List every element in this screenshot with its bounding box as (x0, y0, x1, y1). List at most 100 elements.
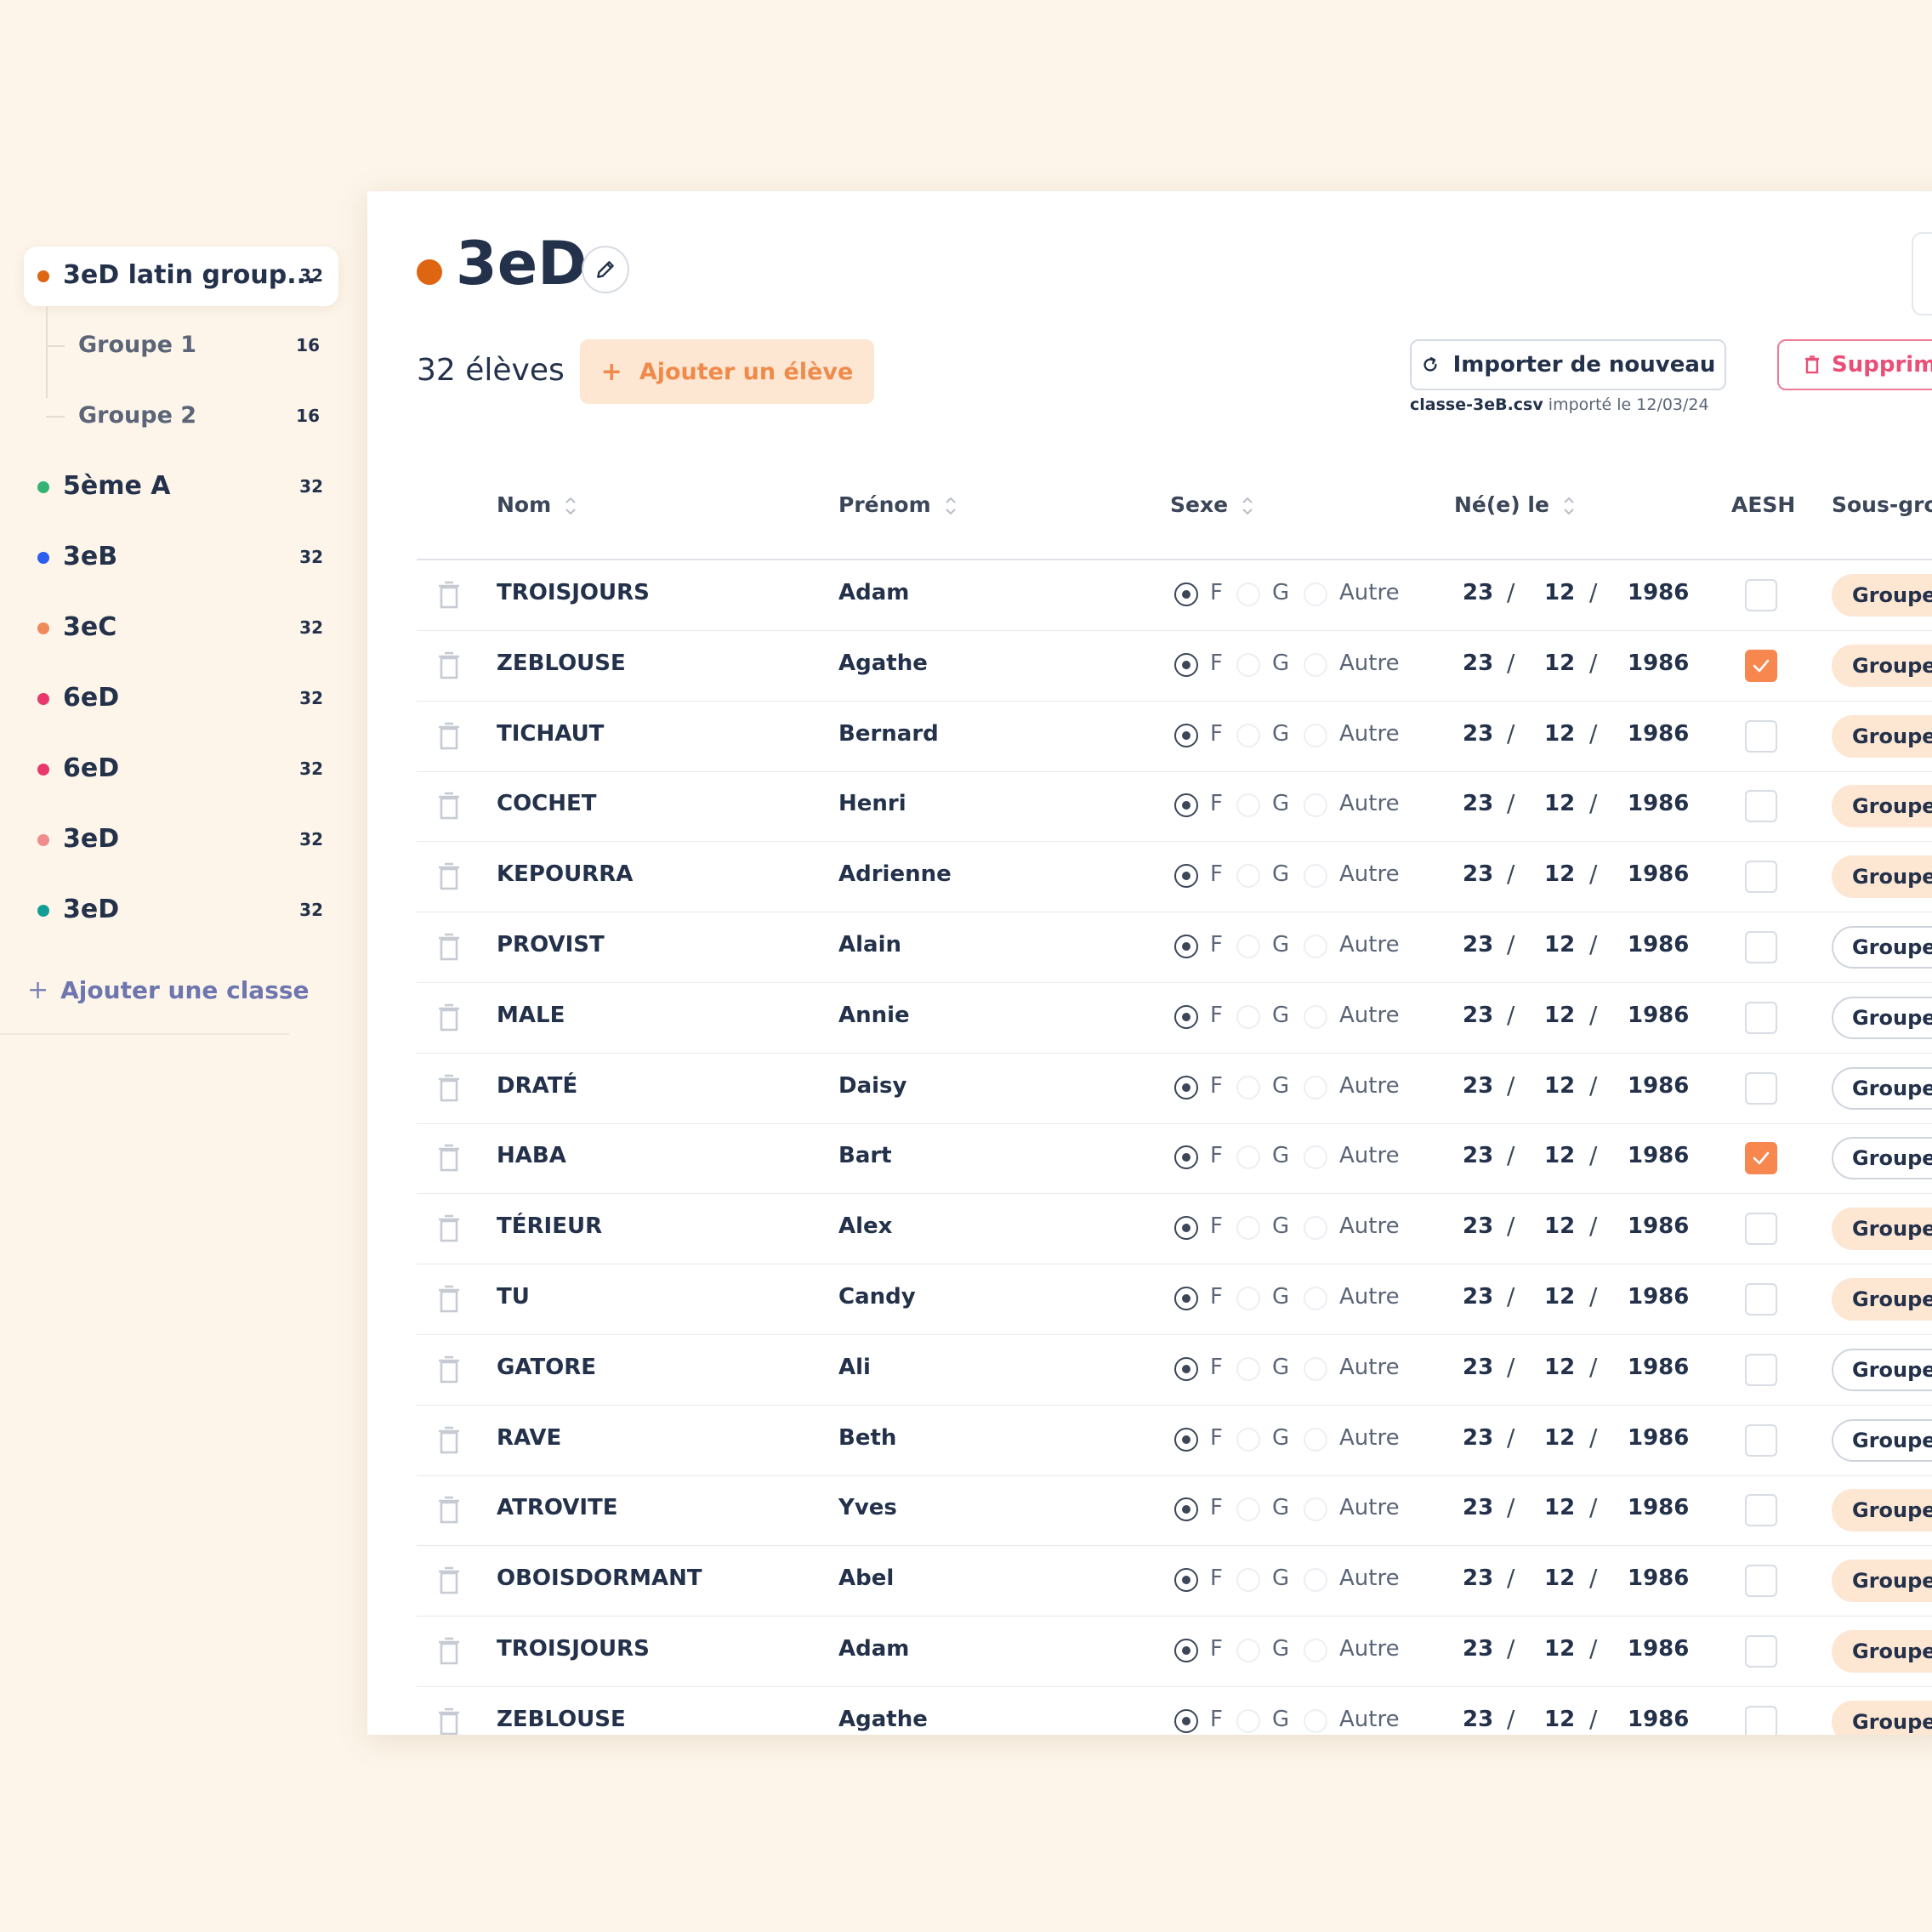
subgroup-select[interactable]: Groupe (1832, 1137, 1932, 1180)
trash-icon[interactable] (437, 1355, 461, 1384)
student-last-name[interactable]: PROVIST (497, 932, 605, 957)
birth-month[interactable]: 12 (1544, 1495, 1575, 1520)
student-first-name[interactable]: Agathe (838, 651, 928, 676)
aesh-checkbox[interactable] (1745, 1071, 1777, 1105)
subgroup-select[interactable]: Groupe (1832, 644, 1932, 687)
class-item[interactable]: 6eD 32 (24, 740, 338, 799)
delete-class-button[interactable]: Supprim (1777, 339, 1932, 390)
birth-day[interactable]: 23 (1463, 1495, 1493, 1520)
column-prenom[interactable]: Prénom (838, 492, 957, 517)
edit-class-button[interactable] (582, 246, 629, 293)
sex-radio-g[interactable] (1236, 1287, 1260, 1310)
birth-day[interactable]: 23 (1463, 1143, 1493, 1168)
birth-day[interactable]: 23 (1463, 1355, 1493, 1380)
class-item[interactable]: 5ème A 32 (24, 457, 338, 517)
subgroup-item[interactable]: Groupe 2 16 (24, 387, 338, 446)
sex-radio-g[interactable] (1236, 652, 1260, 677)
reimport-button[interactable]: Importer de nouveau (1410, 339, 1726, 390)
trash-icon[interactable] (437, 1074, 461, 1103)
birth-year[interactable]: 1986 (1628, 1213, 1689, 1239)
trash-icon[interactable] (437, 581, 461, 610)
subgroup-select[interactable]: Groupe (1832, 1489, 1932, 1532)
subgroup-select[interactable]: Groupe (1832, 1066, 1932, 1110)
birth-day[interactable]: 23 (1463, 1213, 1493, 1239)
column-birthdate[interactable]: Né(e) le (1454, 492, 1575, 517)
sex-radio-autre[interactable] (1304, 1287, 1327, 1310)
aesh-checkbox[interactable] (1745, 1423, 1777, 1457)
student-first-name[interactable]: Alex (838, 1213, 892, 1239)
sex-radio-f[interactable] (1174, 935, 1198, 958)
trash-icon[interactable] (437, 651, 461, 680)
birth-year[interactable]: 1986 (1628, 791, 1689, 816)
sex-radio-f[interactable] (1174, 652, 1198, 677)
sex-radio-f[interactable] (1174, 582, 1198, 606)
birth-day[interactable]: 23 (1463, 1003, 1493, 1028)
birth-year[interactable]: 1986 (1628, 932, 1689, 957)
birth-month[interactable]: 12 (1544, 721, 1575, 747)
aesh-checkbox[interactable] (1745, 1001, 1777, 1034)
aesh-checkbox[interactable] (1745, 1353, 1777, 1386)
sex-radio-g[interactable] (1236, 1639, 1260, 1662)
sex-radio-g[interactable] (1236, 935, 1260, 958)
birth-day[interactable]: 23 (1463, 861, 1493, 887)
birth-month[interactable]: 12 (1544, 651, 1575, 676)
sex-radio-autre[interactable] (1304, 652, 1327, 677)
subgroup-select[interactable]: Groupe (1832, 1560, 1932, 1603)
student-last-name[interactable]: TICHAUT (497, 721, 604, 747)
aesh-checkbox[interactable] (1745, 1705, 1777, 1735)
class-item[interactable]: 3eD latin group... 32 (24, 247, 338, 306)
birth-month[interactable]: 12 (1544, 1425, 1575, 1451)
subgroup-select[interactable]: Groupe (1832, 996, 1932, 1039)
subgroup-item[interactable]: Groupe 1 16 (24, 316, 338, 376)
birth-year[interactable]: 1986 (1628, 580, 1689, 605)
trash-icon[interactable] (437, 1214, 461, 1243)
sex-radio-autre[interactable] (1304, 793, 1327, 818)
student-first-name[interactable]: Ali (838, 1355, 871, 1380)
sex-radio-g[interactable] (1236, 1145, 1260, 1170)
birth-month[interactable]: 12 (1544, 932, 1575, 957)
sex-radio-f[interactable] (1174, 1287, 1198, 1310)
subgroup-select[interactable]: Groupe (1832, 714, 1932, 758)
aesh-checkbox[interactable] (1745, 1635, 1777, 1668)
sex-radio-f[interactable] (1174, 1356, 1198, 1381)
aesh-checkbox[interactable] (1745, 1283, 1777, 1315)
birth-month[interactable]: 12 (1544, 861, 1575, 887)
birth-day[interactable]: 23 (1463, 721, 1493, 747)
sex-radio-g[interactable] (1236, 1427, 1260, 1452)
student-first-name[interactable]: Bernard (838, 721, 939, 747)
sex-radio-f[interactable] (1174, 793, 1198, 818)
subgroup-select[interactable]: Groupe (1832, 1278, 1932, 1321)
birth-day[interactable]: 23 (1463, 1707, 1493, 1732)
student-first-name[interactable]: Annie (838, 1003, 910, 1028)
student-last-name[interactable]: TÉRIEUR (497, 1213, 602, 1239)
sex-radio-autre[interactable] (1304, 1075, 1327, 1100)
birth-month[interactable]: 12 (1544, 1143, 1575, 1168)
birth-month[interactable]: 12 (1544, 791, 1575, 816)
sex-radio-autre[interactable] (1304, 723, 1327, 747)
student-first-name[interactable]: Candy (838, 1284, 916, 1310)
student-last-name[interactable]: TROISJOURS (497, 580, 650, 605)
sex-radio-f[interactable] (1174, 1004, 1198, 1029)
sex-radio-g[interactable] (1236, 793, 1260, 818)
birth-year[interactable]: 1986 (1628, 1355, 1689, 1380)
subgroup-select[interactable]: Groupe (1832, 785, 1932, 828)
student-first-name[interactable]: Beth (838, 1425, 896, 1451)
sex-radio-autre[interactable] (1304, 1568, 1327, 1593)
birth-month[interactable]: 12 (1544, 1355, 1575, 1380)
subgroup-select[interactable]: Groupe (1832, 1630, 1932, 1673)
birth-year[interactable]: 1986 (1628, 1565, 1689, 1591)
birth-month[interactable]: 12 (1544, 1565, 1575, 1591)
trash-icon[interactable] (437, 1285, 461, 1314)
sex-radio-autre[interactable] (1304, 1145, 1327, 1170)
sex-radio-f[interactable] (1174, 1075, 1198, 1100)
sex-radio-f[interactable] (1174, 1639, 1198, 1662)
aesh-checkbox[interactable] (1745, 790, 1777, 823)
sex-radio-autre[interactable] (1304, 1356, 1327, 1381)
trash-icon[interactable] (437, 1637, 461, 1666)
birth-year[interactable]: 1986 (1628, 721, 1689, 747)
aesh-checkbox[interactable] (1745, 719, 1777, 753)
sex-radio-g[interactable] (1236, 723, 1260, 747)
sex-radio-autre[interactable] (1304, 864, 1327, 889)
student-last-name[interactable]: ZEBLOUSE (497, 651, 626, 676)
sex-radio-f[interactable] (1174, 1708, 1198, 1733)
